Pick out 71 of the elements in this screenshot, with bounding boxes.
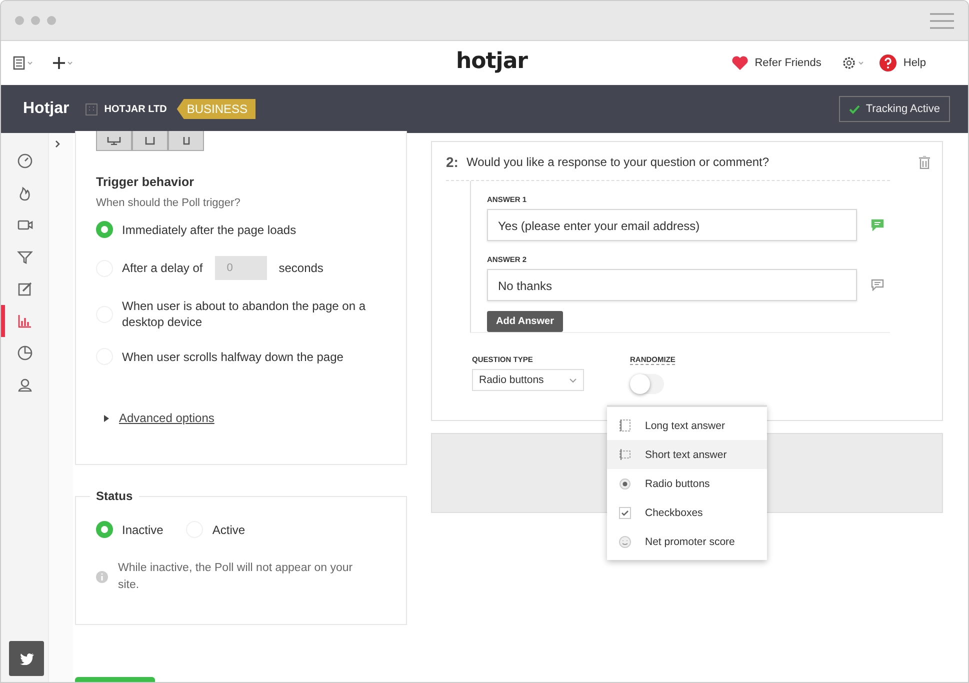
menu-item[interactable]: Checkboxes <box>607 498 767 527</box>
person-icon <box>16 377 32 393</box>
trash-icon[interactable] <box>919 156 930 168</box>
menu-item[interactable]: Short text answer <box>607 440 767 469</box>
question-type-dropdown[interactable]: Radio buttons <box>472 369 584 391</box>
text-field-icon <box>619 448 631 461</box>
section-heading: Trigger behavior <box>96 175 195 189</box>
chevron-icon <box>569 378 577 382</box>
option-label: After a delay of <box>122 260 203 276</box>
menu-item[interactable]: Net promoter score <box>607 527 767 556</box>
tracking-status-button[interactable]: Tracking Active <box>838 96 950 122</box>
heart-icon <box>730 55 749 71</box>
section-subtitle: When should the Poll trigger? <box>96 197 242 209</box>
option-label: When user is about to abandon the page on a desktop device <box>122 298 367 330</box>
desktop-button[interactable] <box>96 131 132 151</box>
answer-input-field[interactable]: Yes (please enter your email address) <box>487 209 857 241</box>
option-label: Inactive <box>122 522 164 536</box>
plus-icon[interactable] <box>53 56 75 70</box>
bar-chart-icon <box>16 313 32 329</box>
radio-button[interactable] <box>96 521 113 538</box>
help-link[interactable]: Help <box>903 57 926 69</box>
option-label: When user scrolls halfway down the page <box>122 348 344 364</box>
comment-icon[interactable] <box>871 219 884 231</box>
funnel-icon <box>16 249 32 265</box>
site-title: Hotjar <box>23 100 70 118</box>
question-text[interactable]: Would you like a response to your question or comment? <box>466 155 770 169</box>
logo[interactable]: hotjar <box>456 49 528 74</box>
caret-icon <box>104 414 109 422</box>
edit-icon <box>16 281 32 297</box>
phone-icon <box>182 136 190 144</box>
plan-tag: BUSINESS <box>176 99 256 119</box>
answer-input-field[interactable]: No thanks <box>487 269 857 301</box>
tablet-icon <box>145 136 155 144</box>
window-dot[interactable] <box>31 16 40 25</box>
option-label: Immediately after the page loads <box>122 222 296 238</box>
delay-input-field[interactable]: 0 <box>214 256 267 280</box>
refer-friends-link[interactable]: Refer Friends <box>754 57 822 69</box>
option-label: seconds <box>278 260 324 276</box>
monitor-icon <box>107 136 121 144</box>
checkbox-icon <box>619 506 631 518</box>
gauge-icon <box>16 153 32 169</box>
check-icon <box>848 104 860 114</box>
add-answer-button[interactable]: Add Answer <box>487 311 563 332</box>
clipboard-icon[interactable] <box>13 56 35 70</box>
info-icon <box>96 571 108 583</box>
smiley-icon <box>619 536 631 548</box>
status-note: While inactive, the Poll will not appear on your site. <box>118 561 354 593</box>
pie-chart-icon <box>16 345 32 361</box>
window-dot[interactable] <box>15 16 24 25</box>
option-label: Active <box>212 522 246 536</box>
tablet-button[interactable] <box>132 131 168 151</box>
section-heading: Status <box>95 489 134 503</box>
question-number: 2: <box>446 154 458 170</box>
help-icon <box>879 54 898 72</box>
menu-item[interactable]: Long text answer <box>607 411 767 440</box>
menu-item[interactable]: Radio buttons <box>607 469 767 498</box>
window-dot[interactable] <box>47 16 56 25</box>
advanced-options-link[interactable]: Advanced options <box>119 411 214 425</box>
randomize-toggle[interactable] <box>630 374 664 394</box>
comment-icon[interactable] <box>871 279 884 291</box>
chevron-icon <box>55 140 60 148</box>
text-area-icon <box>619 419 631 432</box>
building-icon <box>85 102 98 116</box>
bird-icon <box>20 652 34 664</box>
menu-icon[interactable] <box>930 12 954 28</box>
phone-button[interactable] <box>168 131 204 151</box>
radio-icon <box>619 478 631 490</box>
organization-name[interactable]: HOTJAR LTD <box>104 104 167 114</box>
twitter-button[interactable] <box>9 641 44 676</box>
radio-button[interactable] <box>96 221 113 238</box>
sidebar-toggle[interactable] <box>49 133 73 682</box>
